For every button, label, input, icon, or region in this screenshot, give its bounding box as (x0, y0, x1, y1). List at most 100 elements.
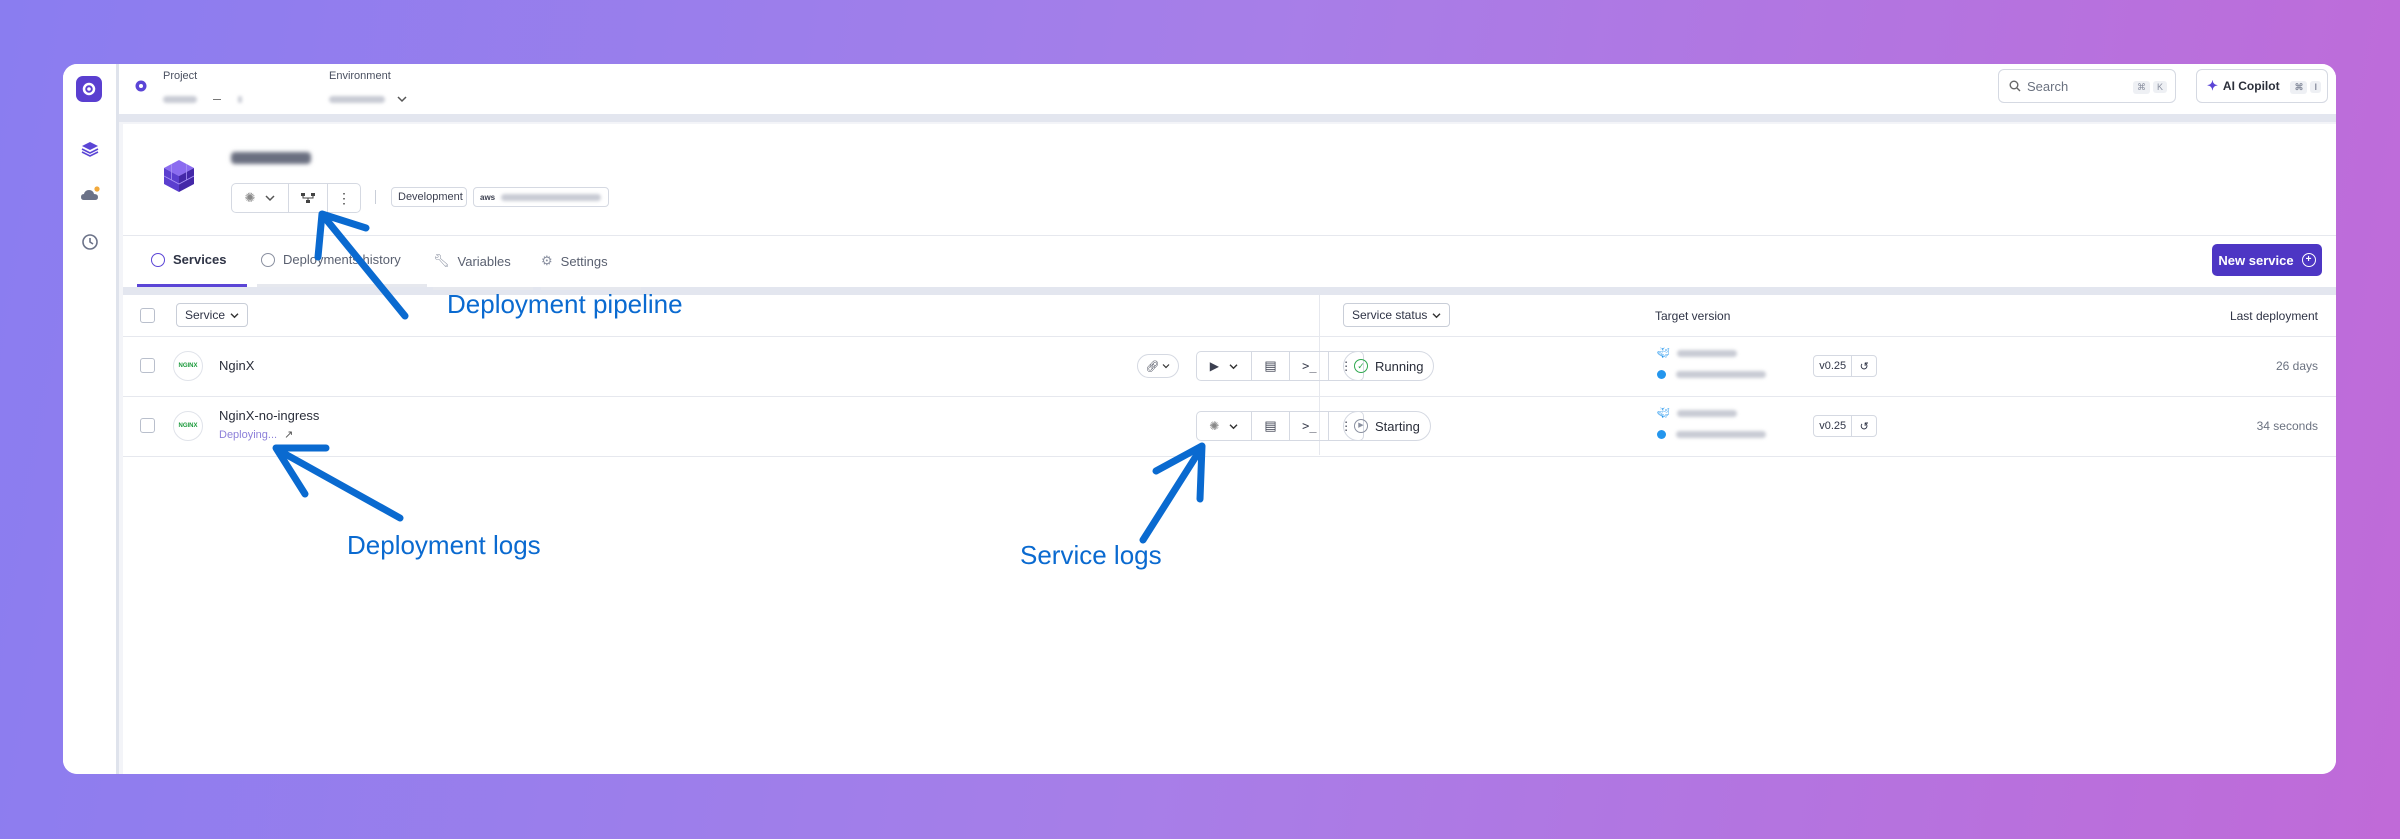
docker-icon: 🐳︎ (1657, 348, 1670, 359)
table-row[interactable]: NGINX NginX 🔗︎ ▶ ▤ >_ ⋮ ✓ Running 🐳︎ v0.… (123, 336, 2336, 397)
pipeline-icon (301, 193, 315, 203)
docker-icon: 🐳︎ (1657, 408, 1670, 419)
deployment-logs-link[interactable]: Deploying... ↗ (219, 428, 293, 441)
service-name[interactable]: NginX (219, 358, 254, 373)
divider (375, 190, 376, 204)
external-link-icon: ↗ (284, 429, 294, 441)
more-options-button[interactable]: ⋮ (328, 184, 360, 212)
play-circle-icon: ▶ (1354, 419, 1368, 433)
kbd-i: I (2310, 80, 2321, 93)
service-logs-button[interactable]: ▤ (1252, 412, 1291, 440)
kbd-cmd: ⌘ (2132, 81, 2150, 94)
tab-variables[interactable]: 🔧︎ Variables (433, 235, 533, 290)
target-version-tag (1657, 430, 1766, 439)
service-actions: ▶ ▤ >_ ⋮ (1196, 351, 1364, 381)
tab-deployments-history[interactable]: Deployments history (257, 235, 427, 287)
app-window: Project Environment Search ⌘ K ✦ AI Copil… (63, 64, 2336, 774)
tab-label: Deployments history (283, 252, 401, 267)
search-input[interactable]: Search ⌘ K (1998, 69, 2176, 103)
environment-selector[interactable] (329, 90, 407, 108)
play-icon: ▶ (1209, 359, 1219, 373)
project-selector[interactable] (163, 90, 242, 108)
row-checkbox[interactable] (140, 418, 155, 433)
last-deployment-time: 26 days (2275, 359, 2318, 373)
cloud-cluster-icon[interactable] (79, 184, 101, 206)
row-checkbox[interactable] (140, 358, 155, 373)
version-label: v0.25 (1814, 416, 1853, 436)
service-filter-button[interactable]: Service (176, 303, 249, 327)
left-sidebar (63, 64, 119, 774)
search-placeholder: Search (2027, 78, 2069, 94)
chevron-down-icon (1432, 312, 1441, 318)
tab-label: Settings (560, 253, 608, 269)
chevron-down-icon (1229, 423, 1238, 429)
service-toolbar: ✺ ⋮ (231, 183, 361, 213)
app-logo-icon[interactable] (76, 76, 102, 102)
terminal-icon: >_ (1302, 419, 1317, 433)
service-name[interactable]: NginX-no-ingress (219, 408, 319, 423)
wrench-icon: 🔧︎ (433, 253, 450, 268)
kbd-cmd: ⌘ (2290, 80, 2308, 94)
links-dropdown[interactable]: 🔗︎ (1137, 354, 1179, 378)
project-header: ✺ ⋮ Development aws (123, 124, 2336, 236)
service-actions: ✺ ▤ >_ ⋮ (1196, 411, 1364, 441)
history-icon[interactable] (79, 231, 101, 253)
main-panel: ✺ ⋮ Development aws Services Deployments… (123, 124, 2336, 774)
terminal-icon: >_ (1302, 359, 1317, 373)
deployment-pipeline-button[interactable] (289, 184, 328, 212)
target-version-image: 🐳︎ (1657, 348, 1737, 359)
chevron-down-icon (397, 90, 407, 108)
version-chip[interactable]: v0.25 ↺ (1813, 415, 1877, 437)
chevron-down-icon (1229, 363, 1238, 369)
status-badge: ✓ Running (1343, 351, 1435, 381)
sparkle-icon: ✦ (2207, 78, 2218, 93)
annotation-deployment-pipeline: Deployment pipeline (447, 289, 683, 319)
environment-badge: Development (391, 187, 467, 207)
status-text: Running (1375, 358, 1424, 374)
service-filter-label: Service (185, 308, 226, 322)
play-circle-icon (261, 252, 275, 267)
ai-copilot-button[interactable]: ✦ AI Copilot ⌘ I (2196, 69, 2328, 103)
last-deployment-header: Last deployment (2229, 309, 2318, 323)
registry-icon (1657, 430, 1666, 439)
service-logs-button[interactable]: ▤ (1252, 352, 1291, 380)
cluster-badge: aws (473, 187, 609, 207)
target-version-tag (1657, 370, 1766, 379)
tab-label: Services (173, 252, 227, 267)
new-service-button[interactable]: New service + (2212, 244, 2322, 276)
tab-bar: Services Deployments history 🔧︎ Variable… (123, 235, 2336, 295)
project-icon (133, 78, 149, 94)
rollback-icon[interactable]: ↺ (1852, 356, 1876, 376)
select-all-checkbox[interactable] (140, 308, 155, 323)
logs-icon: ▤ (1264, 358, 1277, 373)
project-cube-icon (159, 156, 199, 196)
target-version-image: 🐳︎ (1657, 408, 1737, 419)
chevron-down-icon (265, 195, 275, 202)
status-text: Starting (1375, 418, 1420, 434)
deploy-dropdown[interactable]: ✺ (1197, 412, 1252, 440)
search-icon (2009, 80, 2021, 92)
layers-icon[interactable] (79, 138, 101, 160)
environment-label: Environment (329, 70, 391, 82)
plus-circle-icon: + (2301, 253, 2316, 267)
loader-icon: ✺ (1209, 419, 1220, 433)
more-vertical-icon: ⋮ (337, 189, 351, 206)
annotation-service-logs: Service logs (1020, 540, 1162, 570)
chevron-down-icon (230, 312, 239, 318)
last-deployment-time: 34 seconds (2256, 419, 2318, 433)
status-badge: ▶ Starting (1343, 411, 1431, 441)
terminal-button[interactable]: >_ (1290, 352, 1330, 380)
tab-services[interactable]: Services (137, 235, 247, 287)
service-status-filter-button[interactable]: Service status (1343, 303, 1451, 327)
version-label: v0.25 (1814, 356, 1853, 376)
rollback-icon[interactable]: ↺ (1852, 416, 1876, 436)
topbar: Project Environment Search ⌘ K ✦ AI Copil… (119, 64, 2336, 122)
tab-settings[interactable]: ⚙ Settings (541, 235, 641, 290)
logs-icon: ▤ (1264, 418, 1277, 433)
deploy-dropdown[interactable]: ▶ (1197, 352, 1252, 380)
deploy-dropdown[interactable]: ✺ (232, 184, 289, 212)
project-name-redacted (231, 148, 311, 169)
terminal-button[interactable]: >_ (1290, 412, 1330, 440)
table-row[interactable]: NGINX NginX-no-ingress Deploying... ↗ ✺ … (123, 396, 2336, 457)
version-chip[interactable]: v0.25 ↺ (1813, 355, 1877, 377)
